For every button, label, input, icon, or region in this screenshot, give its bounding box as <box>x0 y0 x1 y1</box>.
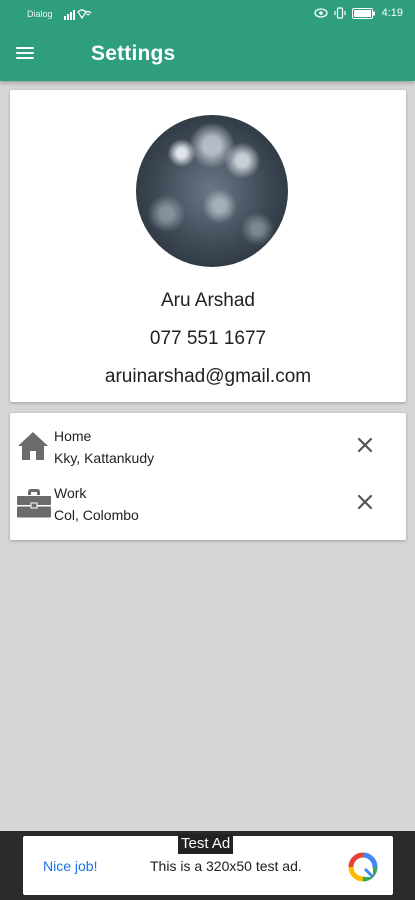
page-title: Settings <box>91 42 176 65</box>
addresses-card: Home Kky, Kattankudy Work Col, Colombo <box>10 413 406 540</box>
profile-phone: 077 551 1677 <box>149 328 267 349</box>
address-label: Work <box>54 485 87 501</box>
profile-card: Aru Arshad 077 551 1677 aruinarshad@gmai… <box>10 90 406 402</box>
address-value: Col, Colombo <box>54 507 139 523</box>
status-bar: Dialog 4:19 <box>0 0 415 30</box>
briefcase-icon <box>16 486 51 520</box>
hamburger-menu-icon[interactable] <box>16 44 40 66</box>
home-icon <box>16 429 50 463</box>
ad-tag: Test Ad <box>178 834 234 854</box>
ad-logo-icon <box>348 852 378 882</box>
avatar[interactable] <box>136 115 288 267</box>
app-bar: Settings <box>0 30 415 81</box>
ad-text: This is a 320x50 test ad. <box>150 858 302 874</box>
carrier-label: Dialog <box>27 9 53 19</box>
address-value: Kky, Kattankudy <box>54 450 155 466</box>
signal-icon <box>64 8 98 23</box>
vibrate-icon <box>333 7 346 19</box>
close-icon[interactable] <box>354 434 376 456</box>
clock: 4:19 <box>381 7 403 19</box>
address-row-home[interactable]: Home Kky, Kattankudy <box>10 425 406 481</box>
profile-name: Aru Arshad <box>161 290 255 311</box>
address-row-work[interactable]: Work Col, Colombo <box>10 482 406 538</box>
battery-icon <box>351 7 375 19</box>
profile-email: aruinarshad@gmail.com <box>104 366 312 387</box>
close-icon[interactable] <box>354 491 376 513</box>
status-icons: 4:19 <box>313 7 403 19</box>
ad-cta-link[interactable]: Nice job! <box>43 858 97 874</box>
address-label: Home <box>54 428 92 444</box>
eye-icon <box>313 8 328 18</box>
